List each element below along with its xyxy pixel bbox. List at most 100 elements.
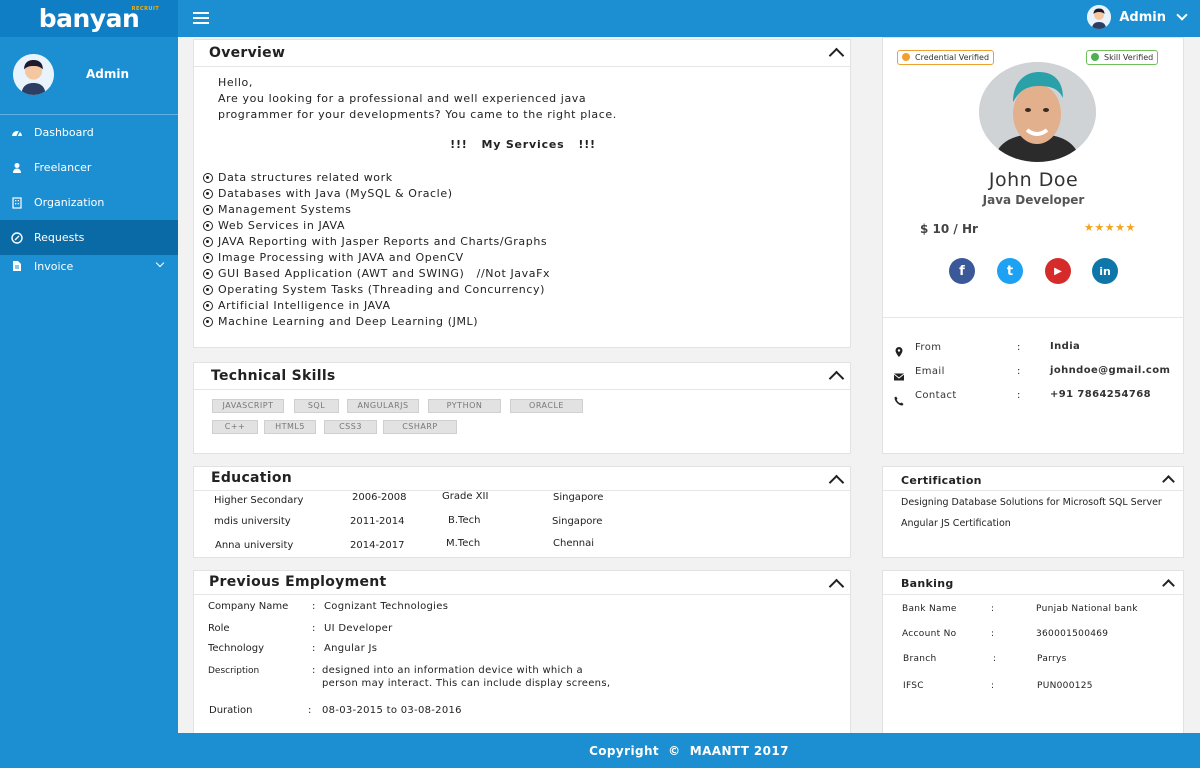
list-item: Management Systems [203, 202, 550, 218]
list-item: Artificial Intelligence in JAVA [203, 298, 550, 314]
skill-tag: PYTHON [428, 399, 501, 413]
badge-label: Skill Verified [1104, 53, 1154, 62]
brand-name: banyan RECRUIT [39, 4, 159, 33]
chevron-up-icon[interactable] [1162, 475, 1175, 488]
overview-intro: Hello, Are you looking for a professiona… [218, 75, 617, 123]
certification-item: Angular JS Certification [901, 518, 1011, 529]
email-value[interactable]: johndoe@gmail.com [1050, 365, 1170, 376]
intro-line: Are you looking for a professional and w… [218, 92, 587, 105]
duration-label: Duration [209, 705, 253, 716]
sidebar-item-invoice[interactable]: Invoice [0, 255, 178, 277]
chevron-up-icon[interactable] [828, 474, 845, 491]
branch-label: Branch [903, 654, 937, 664]
service-text: Machine Learning and Deep Learning (JML) [218, 315, 479, 328]
edu-degree: Higher Secondary [214, 495, 304, 506]
colon: : [312, 643, 316, 654]
requests-icon [11, 231, 23, 244]
youtube-icon[interactable]: ▶ [1045, 258, 1071, 284]
brand-logo[interactable]: banyan RECRUIT [0, 0, 178, 37]
sidebar-item-label: Invoice [34, 259, 74, 273]
education-header: Education [194, 467, 850, 491]
service-text: GUI Based Application (AWT and SWING) //… [218, 267, 551, 280]
facebook-icon[interactable]: f [949, 258, 975, 284]
colon: : [312, 623, 316, 634]
skill-tag: SQL [294, 399, 339, 413]
role-label: Role [208, 623, 230, 634]
avatar [13, 54, 54, 95]
description-value: designed into an information device with… [322, 665, 583, 676]
ifsc-value: PUN000125 [1037, 681, 1093, 691]
dashboard-icon [11, 127, 23, 139]
service-text: Web Services in JAVA [218, 219, 346, 232]
chevron-up-icon[interactable] [828, 578, 845, 595]
top-bar: banyan RECRUIT Admin [0, 0, 1200, 37]
service-text: Data structures related work [218, 171, 393, 184]
chevron-down-icon [1176, 9, 1188, 21]
education-panel: Education Higher Secondary 2006-2008 Gra… [193, 466, 851, 558]
list-item: Operating System Tasks (Threading and Co… [203, 282, 550, 298]
colon: : [991, 681, 995, 691]
colon: : [308, 705, 312, 716]
skill-tag: JAVASCRIPT [212, 399, 284, 413]
colon: : [1017, 342, 1021, 353]
skill-tag: C++ [212, 420, 258, 434]
facebook-glyph: f [959, 263, 965, 279]
panel-title: Technical Skills [211, 368, 336, 384]
badge-label: Credential Verified [915, 53, 990, 62]
profile-card: Credential Verified Skill Verified John … [882, 37, 1184, 454]
twitter-glyph: t [1006, 263, 1014, 279]
sidebar-item-dashboard[interactable]: Dashboard [0, 115, 178, 150]
bank-name-label: Bank Name [902, 604, 957, 614]
employment-header: Previous Employment [194, 571, 850, 595]
credential-verified-badge: Credential Verified [897, 50, 995, 65]
bullet-icon [203, 317, 213, 327]
sidebar-item-requests[interactable]: Requests [0, 220, 178, 255]
bullet-icon [203, 269, 213, 279]
skill-tag: ANGULARJS [347, 399, 419, 413]
profile-name: John Doe [988, 169, 1079, 191]
copyright-text: Copyright © MAANTT 2017 [589, 744, 789, 758]
colon: : [1017, 366, 1021, 377]
list-item: Image Processing with JAVA and OpenCV [203, 250, 550, 266]
panel-title: Previous Employment [209, 574, 387, 590]
skill-tag: CSHARP [383, 420, 457, 434]
list-item: Databases with Java (MySQL & Oracle) [203, 186, 550, 202]
sidebar-item-freelancer[interactable]: Freelancer [0, 150, 178, 185]
colon: : [991, 604, 995, 614]
bullet-icon [203, 205, 213, 215]
sidebar-nav: Dashboard Freelancer Organization Reques… [0, 115, 178, 277]
description-value: person may interact. This can include di… [322, 678, 611, 689]
list-item: Web Services in JAVA [203, 218, 550, 234]
list-item: GUI Based Application (AWT and SWING) //… [203, 266, 550, 282]
service-text: Management Systems [218, 203, 352, 216]
bank-name-value: Punjab National bank [1036, 604, 1138, 614]
banking-header: Banking [883, 571, 1183, 595]
file-icon [11, 260, 23, 272]
divider [883, 317, 1184, 318]
user-icon [11, 162, 23, 174]
skills-panel: Technical Skills JAVASCRIPT SQL ANGULARJ… [193, 362, 851, 454]
menu-toggle-icon[interactable] [193, 12, 209, 24]
service-text: Artificial Intelligence in JAVA [218, 299, 391, 312]
sidebar-item-label: Dashboard [34, 126, 94, 139]
user-menu[interactable]: Admin [1087, 5, 1188, 29]
chevron-up-icon[interactable] [828, 47, 845, 64]
colon: : [312, 665, 316, 676]
bullet-icon [203, 237, 213, 247]
sidebar-item-label: Freelancer [34, 161, 92, 174]
service-text: Databases with Java (MySQL & Oracle) [218, 187, 453, 200]
technology-value: Angular Js [324, 643, 378, 654]
skill-tag: CSS3 [324, 420, 377, 434]
profile-role: Java Developer [982, 193, 1085, 207]
rating-stars: ★★★★★ [1084, 221, 1136, 234]
branch-value: Parrys [1037, 654, 1067, 664]
edu-grade: B.Tech [448, 515, 481, 526]
certification-item: Designing Database Solutions for Microso… [901, 497, 1162, 508]
chevron-up-icon[interactable] [828, 370, 845, 387]
account-number-label: Account No [902, 629, 957, 639]
chevron-up-icon[interactable] [1162, 579, 1175, 592]
twitter-icon[interactable]: t [997, 258, 1023, 284]
sidebar-item-organization[interactable]: Organization [0, 185, 178, 220]
linkedin-icon[interactable]: in [1092, 258, 1118, 284]
services-heading: !!! My Services !!! [450, 138, 596, 151]
